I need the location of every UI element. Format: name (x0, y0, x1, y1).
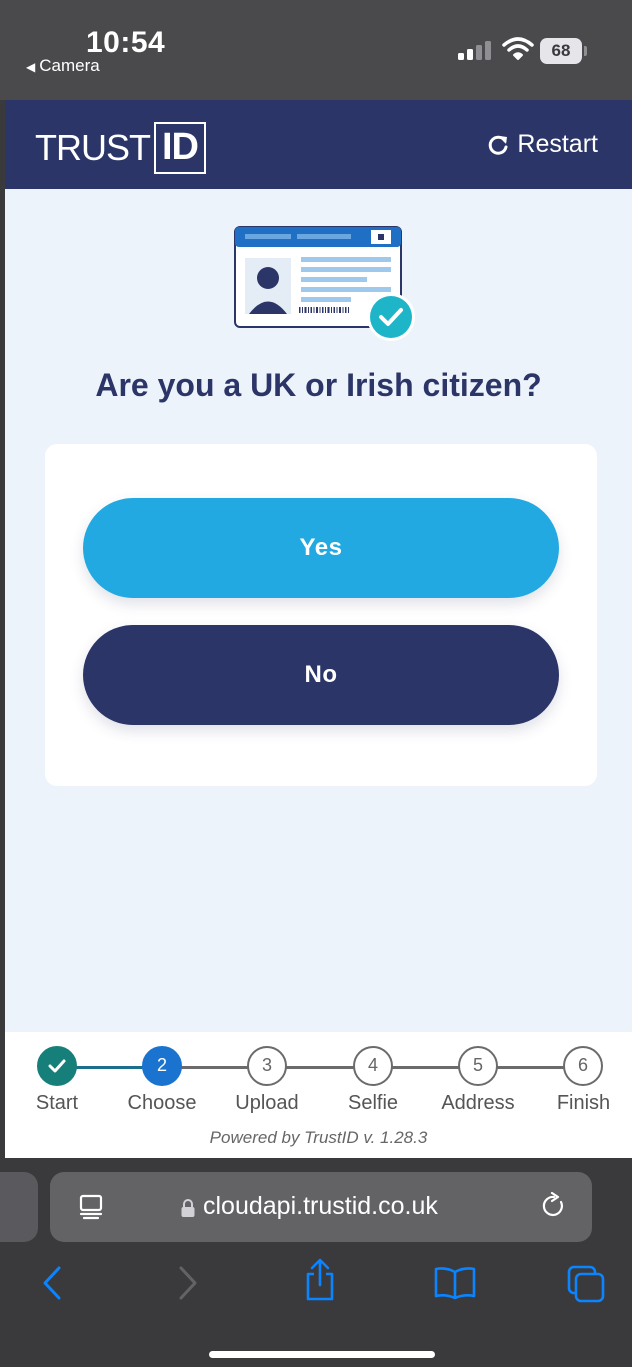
step-upload-circle: 3 (247, 1046, 287, 1086)
step-label-address: Address (441, 1092, 515, 1114)
reader-icon[interactable] (78, 1194, 104, 1220)
step-choose-circle: 2 (142, 1046, 182, 1086)
back-triangle-icon: ◀ (26, 60, 36, 74)
status-bar: 10:54 ◀ Camera 68 (0, 0, 632, 100)
battery-tip (584, 46, 587, 56)
progress-stepper: 2 3 4 5 6 Start Choose Upload Selfie Add… (5, 1032, 632, 1158)
restart-icon (489, 135, 508, 155)
url-text: cloudapi.trustid.co.uk (203, 1192, 438, 1220)
back-to-app-link[interactable]: ◀ Camera (26, 56, 100, 76)
main-content: Are you a UK or Irish citizen? Yes No (5, 189, 632, 1032)
check-icon (48, 1059, 66, 1073)
step-finish-circle: 6 (563, 1046, 603, 1086)
step-selfie-circle: 4 (353, 1046, 393, 1086)
wifi-icon (502, 37, 534, 60)
step-label-finish: Finish (556, 1092, 611, 1114)
logo-box-text: ID (154, 122, 206, 174)
step-address-circle: 5 (458, 1046, 498, 1086)
answer-card: Yes No (45, 444, 597, 786)
step-label-selfie: Selfie (347, 1092, 399, 1114)
back-chevron-icon[interactable] (40, 1265, 64, 1301)
citizenship-question: Are you a UK or Irish citizen? (95, 367, 542, 403)
forward-chevron-icon[interactable] (176, 1265, 200, 1301)
cellular-signal-icon (458, 40, 492, 60)
restart-label: Restart (517, 130, 598, 158)
status-time: 10:54 (86, 26, 166, 59)
browser-toolbar: cloudapi.trustid.co.uk (0, 1158, 632, 1367)
step-label-upload: Upload (235, 1092, 299, 1114)
reload-icon[interactable] (540, 1192, 568, 1220)
previous-tab-peek[interactable] (0, 1172, 38, 1242)
powered-by-text: Powered by TrustID v. 1.28.3 (209, 1128, 428, 1147)
app-header: TRUST ID Restart (5, 100, 632, 189)
id-card-illustration (234, 226, 415, 341)
logo-text: TRUST (35, 127, 151, 168)
home-indicator (209, 1351, 435, 1358)
back-app-label: Camera (39, 56, 100, 75)
restart-button[interactable]: Restart (487, 130, 598, 159)
no-button[interactable]: No (83, 625, 559, 725)
tabs-icon[interactable] (566, 1264, 606, 1304)
lock-icon (181, 1199, 195, 1217)
trustid-logo: TRUST ID (35, 122, 206, 174)
share-icon[interactable] (302, 1258, 338, 1302)
check-icon (370, 296, 412, 338)
step-label-start: Start (35, 1092, 79, 1114)
step-label-choose: Choose (127, 1092, 197, 1114)
bookmarks-icon[interactable] (433, 1266, 477, 1300)
battery-indicator: 68 (540, 38, 582, 64)
yes-button[interactable]: Yes (83, 498, 559, 598)
address-bar[interactable]: cloudapi.trustid.co.uk (50, 1172, 592, 1242)
step-start-circle (37, 1046, 77, 1086)
